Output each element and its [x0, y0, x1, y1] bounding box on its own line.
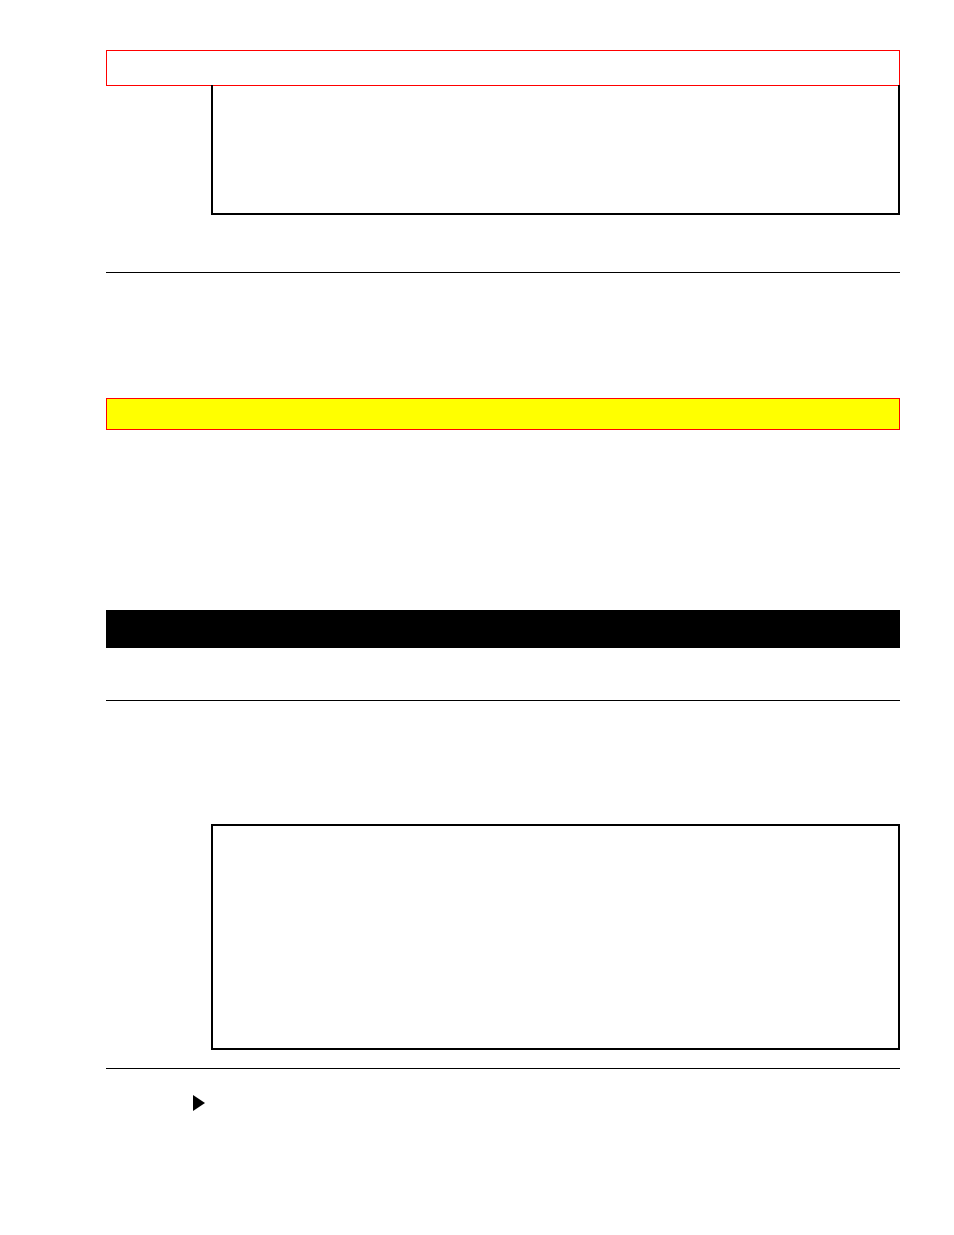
spacer: [106, 648, 900, 700]
red-outline-box: [106, 50, 900, 86]
triangle-bullet-icon: [193, 1095, 205, 1111]
black-section-bar: [106, 610, 900, 648]
spacer: [106, 1050, 900, 1068]
bordered-box-bottom: [211, 824, 900, 1050]
page-content: [106, 50, 900, 1111]
spacer: [106, 215, 900, 272]
spacer: [106, 430, 900, 610]
bordered-box-top: [211, 85, 900, 215]
spacer: [106, 701, 900, 824]
spacer: [106, 1069, 900, 1095]
yellow-highlight-box: [106, 398, 900, 430]
spacer: [106, 273, 900, 398]
